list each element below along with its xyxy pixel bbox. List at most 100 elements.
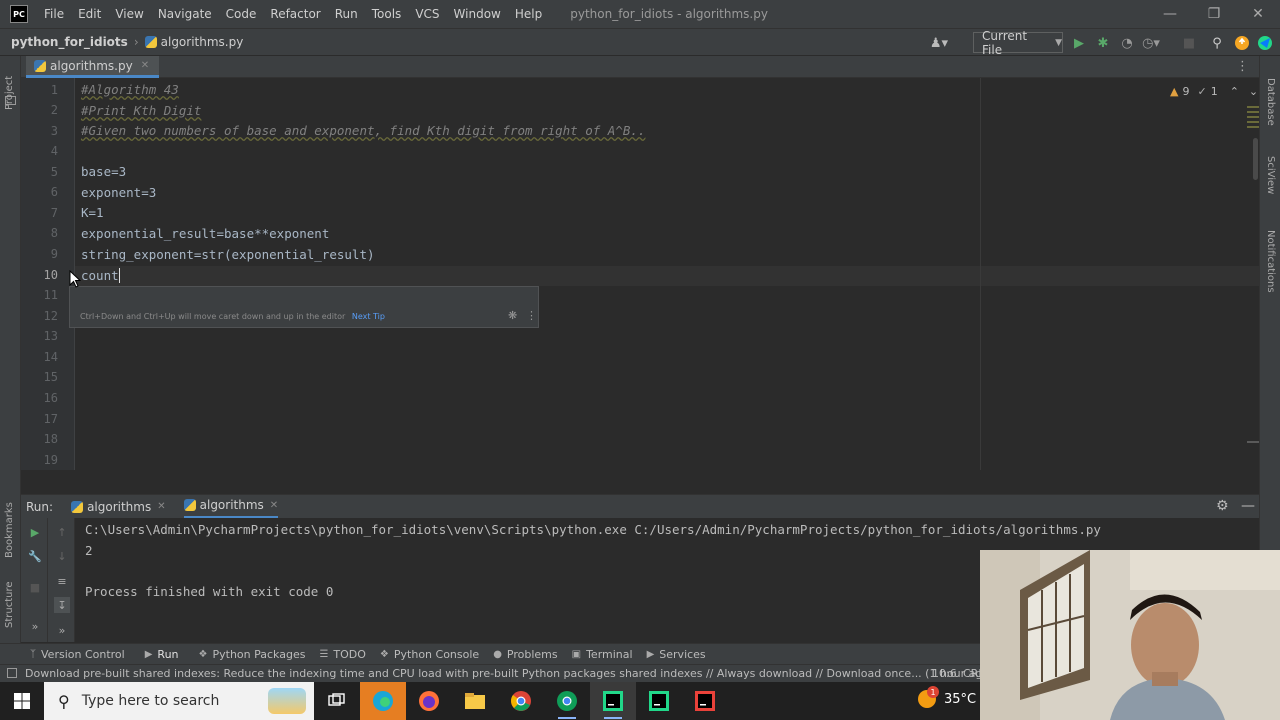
hide-panel-icon[interactable]: —: [1241, 498, 1255, 514]
tool-problems[interactable]: ● Problems: [493, 648, 557, 661]
menu-file[interactable]: File: [44, 7, 64, 21]
search-icon[interactable]: ⚲: [1208, 34, 1226, 52]
right-margin-guide: [980, 78, 981, 470]
menu-run[interactable]: Run: [335, 7, 358, 21]
stop-icon[interactable]: ■: [1180, 34, 1198, 52]
menu-navigate[interactable]: Navigate: [158, 7, 212, 21]
modify-config-icon[interactable]: 🔧: [27, 548, 43, 564]
user-account-icon[interactable]: ♟▾: [930, 34, 948, 52]
editor-scrollbar-thumb[interactable]: [1253, 138, 1258, 180]
run-tab-algorithms-2[interactable]: algorithms ✕: [183, 495, 279, 519]
scroll-to-end-icon[interactable]: ↧: [54, 597, 70, 613]
file-explorer-icon[interactable]: [452, 682, 498, 720]
debug-icon[interactable]: ✱: [1094, 34, 1112, 52]
close-tab-icon[interactable]: ✕: [141, 60, 149, 71]
pycharm-taskbar-icon[interactable]: [590, 682, 636, 720]
settings-gear-icon[interactable]: ⚙: [1216, 498, 1229, 514]
soft-wrap-icon[interactable]: ≡: [54, 573, 70, 589]
menu-vcs[interactable]: VCS: [415, 7, 439, 21]
menu-edit[interactable]: Edit: [78, 7, 101, 21]
database-tool-label[interactable]: Database: [1265, 78, 1276, 126]
menu-bar: PC File Edit View Navigate Code Refactor…: [0, 0, 1280, 28]
restore-icon[interactable]: ❐: [1192, 0, 1236, 28]
profile-icon[interactable]: ◷▾: [1142, 34, 1160, 52]
taskbar-search[interactable]: ⚲ Type here to search: [44, 682, 314, 720]
tool-terminal[interactable]: ▣ Terminal: [572, 648, 633, 661]
run-configuration-select[interactable]: Current File ▼: [973, 29, 1063, 57]
status-message[interactable]: Download pre-built shared indexes: Reduc…: [25, 667, 993, 680]
tool-run[interactable]: ▶ Run: [145, 648, 179, 661]
rerun-icon[interactable]: ▶: [27, 524, 43, 540]
clion-icon[interactable]: [636, 682, 682, 720]
breadcrumb-project[interactable]: python_for_idiots: [11, 35, 128, 49]
sciview-tool-label[interactable]: SciView: [1265, 156, 1276, 194]
scroll-down-icon[interactable]: ↓: [54, 548, 70, 564]
weather-widget[interactable]: 1 35°C: [918, 686, 976, 708]
code-line-6[interactable]: exponent=3: [81, 183, 156, 203]
menu-tools[interactable]: Tools: [372, 7, 402, 21]
menu-code[interactable]: Code: [226, 7, 257, 21]
minimize-icon[interactable]: —: [1148, 0, 1192, 28]
run-toolbar: ▶ 🔧 ■ »: [21, 518, 48, 642]
windows-start-button[interactable]: [0, 682, 44, 720]
structure-tool-label[interactable]: Structure: [4, 581, 15, 628]
firefox-icon[interactable]: [406, 682, 452, 720]
code-line-10[interactable]: count: [81, 266, 120, 286]
caret-position[interactable]: 10:6: [932, 667, 957, 680]
previous-problem-icon[interactable]: ⌃: [1230, 85, 1239, 98]
code-line-7[interactable]: K=1: [81, 203, 104, 223]
expand-icon[interactable]: »: [27, 618, 43, 634]
tool-version-control[interactable]: ᛉ Version Control: [30, 648, 125, 661]
code-line-8[interactable]: exponential_result=base**exponent: [81, 224, 329, 244]
run-toolbar-secondary: ↑ ↓ ≡ ↧ »: [48, 518, 75, 642]
tool-todo[interactable]: ☰ TODO: [319, 648, 365, 661]
jetbrains-logo-icon[interactable]: [1256, 34, 1274, 52]
editor-tab-algorithms[interactable]: algorithms.py ✕: [26, 56, 160, 78]
close-window-icon[interactable]: ✕: [1236, 0, 1280, 28]
next-problem-icon[interactable]: ⌄: [1249, 85, 1258, 98]
task-view-icon[interactable]: [314, 682, 360, 720]
run-tab-algorithms-1[interactable]: algorithms ✕: [71, 495, 166, 519]
scroll-up-icon[interactable]: ↑: [54, 524, 70, 540]
coverage-icon[interactable]: ◔: [1118, 34, 1136, 52]
notifications-tool-label[interactable]: Notifications: [1265, 230, 1276, 293]
more-actions-icon[interactable]: »: [54, 622, 70, 638]
code-line-2[interactable]: #Print Kth Digit: [81, 101, 201, 121]
line-number: 14: [43, 350, 58, 364]
menu-window[interactable]: Window: [454, 7, 501, 21]
close-tab-icon[interactable]: ✕: [157, 501, 165, 512]
tool-services[interactable]: ▶ Services: [647, 648, 706, 661]
menu-refactor[interactable]: Refactor: [270, 7, 320, 21]
line-number: 5: [50, 165, 58, 179]
tool-python-packages[interactable]: ❖ Python Packages: [199, 648, 306, 661]
more-tabs-icon[interactable]: ⋮: [1236, 59, 1249, 74]
updates-icon[interactable]: [1233, 34, 1251, 52]
menu-help[interactable]: Help: [515, 7, 542, 21]
chrome-icon[interactable]: [498, 682, 544, 720]
breadcrumb-file[interactable]: algorithms.py: [161, 35, 244, 49]
code-line-1[interactable]: #Algorithm 43: [81, 80, 179, 100]
run-icon[interactable]: ▶: [1070, 34, 1088, 52]
code-editor[interactable]: #Algorithm 43 #Print Kth Digit #Given tw…: [75, 78, 1259, 470]
status-toggle-icon[interactable]: [7, 668, 17, 678]
services-icon: ▶: [646, 649, 655, 660]
code-line-9[interactable]: string_exponent=str(exponential_result): [81, 245, 375, 265]
run-configuration-label: Current File: [982, 28, 1028, 57]
code-line-3[interactable]: #Given two numbers of base and exponent,…: [81, 121, 645, 141]
code-line-5[interactable]: base=3: [81, 162, 126, 182]
line-number: 9: [50, 247, 58, 261]
tool-python-console[interactable]: ❖ Python Console: [380, 648, 479, 661]
menu-view[interactable]: View: [115, 7, 143, 21]
more-options-icon[interactable]: ⋮: [526, 309, 537, 322]
inspection-widget[interactable]: ▲ 9 ✓ 1 ⌃ ⌄: [1170, 85, 1258, 98]
chrome-profile-icon[interactable]: [544, 682, 590, 720]
next-tip-link[interactable]: Next Tip: [352, 312, 385, 321]
console-line: 2: [85, 543, 93, 558]
close-tab-icon[interactable]: ✕: [270, 500, 278, 511]
project-tool-label[interactable]: Project: [4, 76, 15, 110]
line-number: 8: [50, 226, 58, 240]
bookmarks-tool-label[interactable]: Bookmarks: [4, 502, 15, 558]
edge-browser-icon[interactable]: [360, 682, 406, 720]
codeblocks-icon[interactable]: [682, 682, 728, 720]
stop-run-icon[interactable]: ■: [27, 579, 43, 595]
